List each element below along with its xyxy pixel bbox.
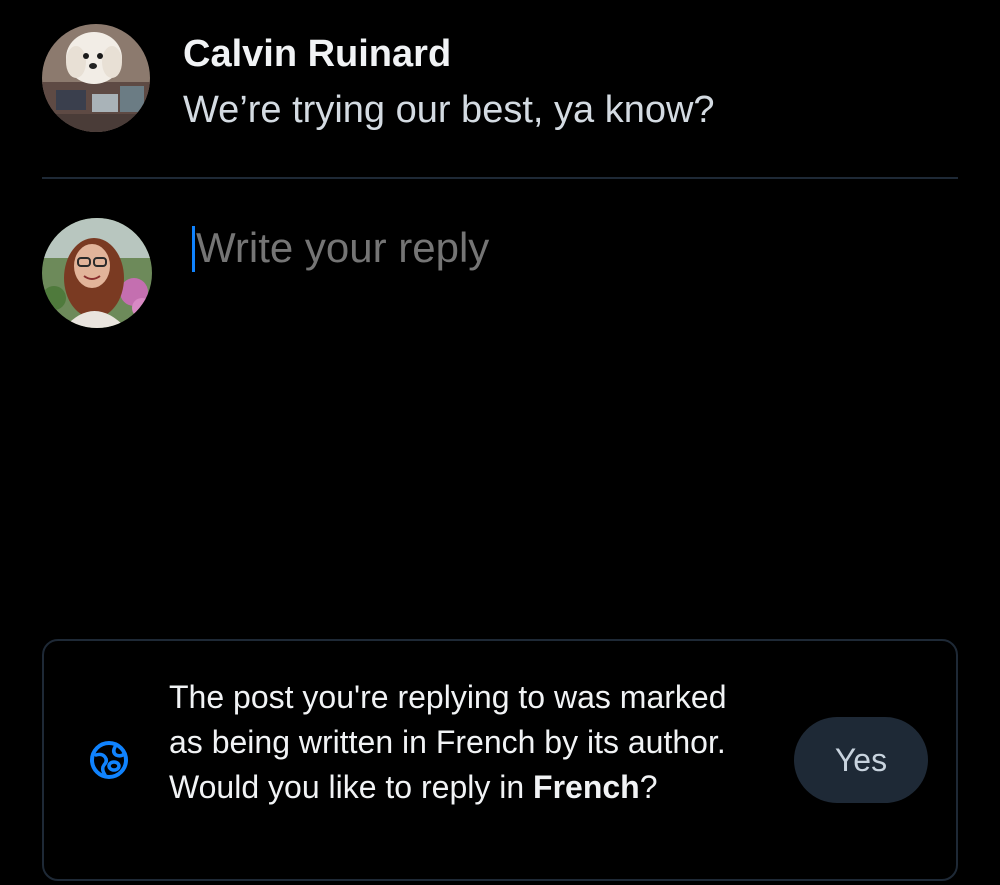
reply-input[interactable] [192,218,952,278]
post-author-name[interactable]: Calvin Ruinard [183,32,451,76]
hint-text-after: ? [639,769,658,805]
divider [42,177,958,179]
quoted-post: Calvin Ruinard We’re trying our best, ya… [42,24,958,134]
reply-screen: Calvin Ruinard We’re trying our best, ya… [0,0,1000,885]
hint-language: French [533,769,640,805]
author-avatar[interactable] [42,24,150,132]
text-caret [192,226,195,272]
language-hint-card: The post you're replying to was marked a… [42,639,958,881]
reply-composer [42,218,958,518]
post-text: We’re trying our best, ya know? [183,89,715,131]
language-hint-text: The post you're replying to was marked a… [169,675,769,810]
yes-button[interactable]: Yes [794,717,928,803]
dog-avatar-image [42,24,150,132]
user-avatar [42,218,152,328]
woman-avatar-image [42,218,152,328]
globe-icon [88,739,130,781]
